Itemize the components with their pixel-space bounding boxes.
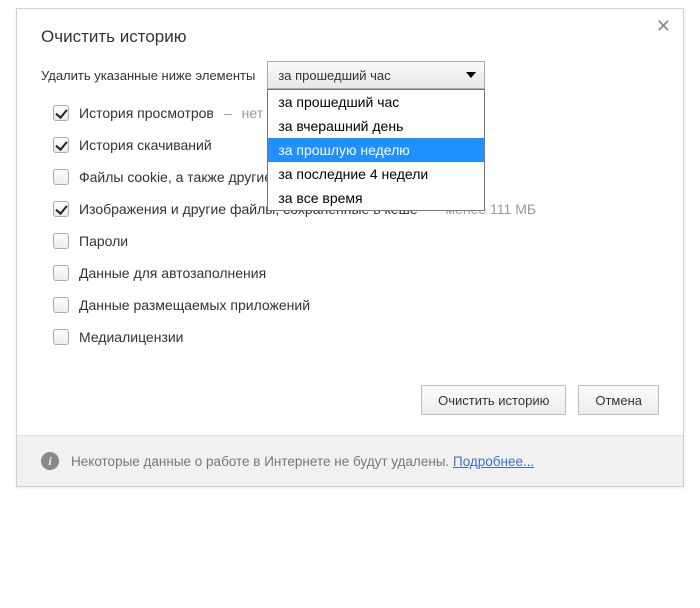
learn-more-link[interactable]: Подробнее... (453, 454, 534, 469)
cancel-button[interactable]: Отмена (578, 385, 659, 415)
chevron-down-icon (466, 72, 476, 78)
list-item-hint-sep: – (224, 105, 232, 121)
list-item-label: Пароли (79, 233, 128, 249)
time-range-dropdown: за прошедший час за вчерашний день за пр… (267, 89, 485, 211)
time-range-option[interactable]: за все время (268, 186, 484, 210)
list-item-label: История скачиваний (79, 137, 212, 153)
list-item: Пароли (53, 233, 659, 249)
close-icon[interactable]: ✕ (656, 17, 671, 35)
checkbox-hosted-apps[interactable] (53, 297, 69, 313)
time-range-select[interactable]: за прошедший час (267, 61, 485, 89)
info-icon: i (41, 452, 59, 470)
checkbox-download-history[interactable] (53, 137, 69, 153)
footer-text-wrap: Некоторые данные о работе в Интернете не… (71, 454, 534, 469)
time-range-option[interactable]: за вчерашний день (268, 114, 484, 138)
list-item-label: Данные размещаемых приложений (79, 297, 310, 313)
checkbox-cached-files[interactable] (53, 201, 69, 217)
footer-text: Некоторые данные о работе в Интернете не… (71, 454, 453, 469)
time-range-selected-value: за прошедший час (278, 68, 390, 83)
dialog-content: Удалить указанные ниже элементы за проше… (17, 61, 683, 365)
checkbox-cookies[interactable] (53, 169, 69, 185)
time-range-option[interactable]: за прошедший час (268, 90, 484, 114)
time-range-option[interactable]: за прошлую неделю (268, 138, 484, 162)
checkbox-passwords[interactable] (53, 233, 69, 249)
time-range-row: Удалить указанные ниже элементы за проше… (41, 61, 659, 89)
list-item-label: Данные для автозаполнения (79, 265, 266, 281)
list-item: Медиалицензии (53, 329, 659, 345)
checkbox-browsing-history[interactable] (53, 105, 69, 121)
checkbox-media-licenses[interactable] (53, 329, 69, 345)
time-range-option[interactable]: за последние 4 недели (268, 162, 484, 186)
checkbox-autofill[interactable] (53, 265, 69, 281)
list-item-label: Медиалицензии (79, 329, 184, 345)
list-item: Данные размещаемых приложений (53, 297, 659, 313)
list-item: Данные для автозаполнения (53, 265, 659, 281)
list-item-label: История просмотров (79, 105, 214, 121)
dialog-buttons: Очистить историю Отмена (17, 365, 683, 435)
time-range-select-wrap: за прошедший час за прошедший час за вче… (267, 61, 485, 89)
dialog-title: Очистить историю (17, 9, 683, 61)
list-item-hint: нет (242, 105, 263, 121)
clear-history-dialog: ✕ Очистить историю Удалить указанные ниж… (16, 8, 684, 487)
time-range-label: Удалить указанные ниже элементы (41, 68, 255, 83)
dialog-footer: i Некоторые данные о работе в Интернете … (17, 435, 683, 486)
clear-history-button[interactable]: Очистить историю (421, 385, 566, 415)
